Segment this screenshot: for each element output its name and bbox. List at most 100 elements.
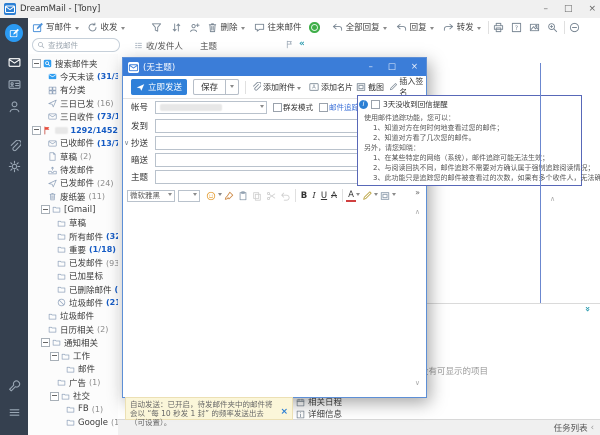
sidebar-item[interactable]: 1292/1452 [28, 123, 118, 136]
sidebar-item[interactable]: 工作 [28, 350, 118, 363]
info-icon[interactable]: i [359, 100, 368, 109]
send-receive-button[interactable]: 收发 [85, 20, 127, 35]
sidebar-item[interactable]: 草稿(2) [28, 150, 118, 163]
settings-icon[interactable] [8, 160, 21, 173]
font-color-button[interactable]: A [346, 190, 356, 202]
send-now-button[interactable]: 立即发送 [131, 79, 187, 95]
attachments-icon[interactable] [8, 140, 21, 153]
tracking-label[interactable]: 邮件追踪 [329, 102, 359, 113]
strikethrough-button[interactable]: A [329, 191, 339, 201]
sidebar-item[interactable]: 已收邮件(13/705) [28, 137, 118, 150]
message-body-editor[interactable]: ∧ ∨ [123, 204, 426, 397]
add-attachment-button[interactable]: 添加附件 [251, 79, 301, 95]
sidebar-item[interactable]: 待发邮件 [28, 163, 118, 176]
insert-table-button[interactable] [380, 191, 390, 201]
preview-splitter[interactable] [540, 63, 541, 303]
sidebar-item[interactable]: 今天未读(31/31) [28, 70, 118, 83]
compose-minimize-button[interactable]: – [369, 62, 373, 72]
account-select[interactable] [155, 101, 267, 114]
sidebar-item[interactable]: 社交 [28, 389, 118, 402]
sidebar-item[interactable]: 废纸篓(11) [28, 190, 118, 203]
search-input[interactable]: 查找邮件 [32, 38, 120, 52]
list-view-icon[interactable] [134, 41, 143, 50]
bold-button[interactable]: B [299, 191, 309, 201]
tools-icon[interactable] [8, 380, 21, 393]
screenshot-button[interactable]: 截图 [356, 79, 384, 95]
minimize-button[interactable]: – [543, 4, 548, 14]
insert-signature-button[interactable]: 插入签名 [389, 79, 426, 95]
compose-close-button[interactable]: × [411, 62, 418, 72]
sidebar-item[interactable]: 所有邮件(32/296) [28, 230, 118, 243]
correspondence-button[interactable]: 往来邮件 [252, 20, 304, 35]
sidebar-item[interactable]: 垃圾邮件(215/377) [28, 296, 118, 309]
sidebar-item[interactable]: 已发邮件(93) [28, 256, 118, 269]
sidebar-item[interactable]: 垃圾邮件 [28, 310, 118, 323]
expander-icon[interactable] [50, 352, 59, 361]
more-tools-button[interactable]: » [415, 188, 420, 197]
menu-icon[interactable] [8, 406, 21, 419]
collapse-pane-icon[interactable]: « [299, 39, 305, 49]
zoom-button[interactable] [545, 20, 560, 35]
sidebar-item[interactable]: 已加星标 [28, 270, 118, 283]
chevron-up-icon[interactable]: ∧ [550, 195, 555, 203]
forward-button[interactable]: 转发 [441, 20, 483, 35]
tracking-checkbox[interactable] [319, 103, 328, 112]
sidebar-item[interactable]: 邮件 [28, 363, 118, 376]
maximize-button[interactable]: □ [564, 4, 573, 14]
scroll-down-icon[interactable]: ∨ [415, 379, 420, 387]
column-subject[interactable]: 主题 [200, 40, 217, 52]
sidebar-item[interactable]: 重要(1/18) [28, 243, 118, 256]
reply-button[interactable]: 回复 [394, 20, 436, 35]
mass-mode-checkbox[interactable] [273, 103, 282, 112]
sidebar-item[interactable]: 三日收件(73/106) [28, 110, 118, 123]
expander-icon[interactable] [50, 392, 59, 401]
save-button[interactable]: 保存 [193, 79, 239, 95]
sidebar-item[interactable]: 已发邮件(24) [28, 177, 118, 190]
write-mail-button[interactable]: 写邮件 [30, 20, 81, 35]
filter-button[interactable] [149, 20, 164, 35]
contacts-icon[interactable] [8, 100, 21, 113]
help-button[interactable]: ? [509, 20, 524, 35]
sidebar-item[interactable]: 有分类 [28, 84, 118, 97]
sidebar-item[interactable]: FB(1) [28, 403, 118, 416]
chevron-double-down-icon[interactable]: » [582, 306, 592, 312]
highlight-button[interactable] [362, 191, 372, 201]
underline-button[interactable]: U [319, 191, 329, 201]
add-contact-button[interactable] [187, 20, 202, 35]
expander-icon[interactable] [41, 338, 50, 347]
scroll-up-icon[interactable]: ∧ [415, 208, 420, 216]
font-size-select[interactable] [178, 190, 200, 202]
reply-reminder-checkbox[interactable] [371, 100, 380, 109]
toast-close-icon[interactable]: × [280, 408, 288, 416]
emoji-button[interactable] [206, 191, 216, 201]
format-painter-button[interactable] [224, 191, 234, 201]
sort-button[interactable] [169, 20, 184, 35]
collapse-cc-icon[interactable]: ∨ [124, 139, 129, 147]
close-button[interactable]: × [588, 4, 596, 14]
italic-button[interactable]: I [309, 191, 319, 201]
compose-maximize-button[interactable]: □ [388, 62, 396, 72]
reply-all-button[interactable]: 全部回复 [330, 20, 389, 35]
sidebar-item[interactable]: 日历相关(2) [28, 323, 118, 336]
delete-button[interactable]: 删除 [205, 20, 247, 35]
expander-icon[interactable] [32, 59, 41, 68]
copy-button[interactable] [252, 191, 262, 201]
sidebar-item[interactable]: 已删除邮件(68/159) [28, 283, 118, 296]
sidebar-item[interactable]: 搜索邮件夹 [28, 57, 118, 70]
cut-button[interactable] [266, 191, 276, 201]
sidebar-item[interactable]: 三日已发(16) [28, 97, 118, 110]
task-list-button[interactable]: 任务列表 [554, 422, 588, 434]
online-status-icon[interactable] [309, 22, 320, 33]
undo-button[interactable] [280, 191, 290, 201]
print-button[interactable] [491, 20, 506, 35]
add-card-button[interactable]: A 添加名片 [309, 79, 353, 95]
image-button[interactable] [527, 20, 542, 35]
expander-icon[interactable] [41, 205, 50, 214]
mail-view-icon[interactable] [8, 56, 21, 69]
paste-button[interactable] [238, 191, 248, 201]
collapse-toolbar-button[interactable] [567, 20, 582, 35]
sidebar-item[interactable]: 广告(1) [28, 376, 118, 389]
sidebar-item[interactable]: [Gmail] [28, 203, 118, 216]
collapse-tasks-icon[interactable]: ‹ [591, 423, 594, 433]
expander-icon[interactable] [32, 126, 41, 135]
